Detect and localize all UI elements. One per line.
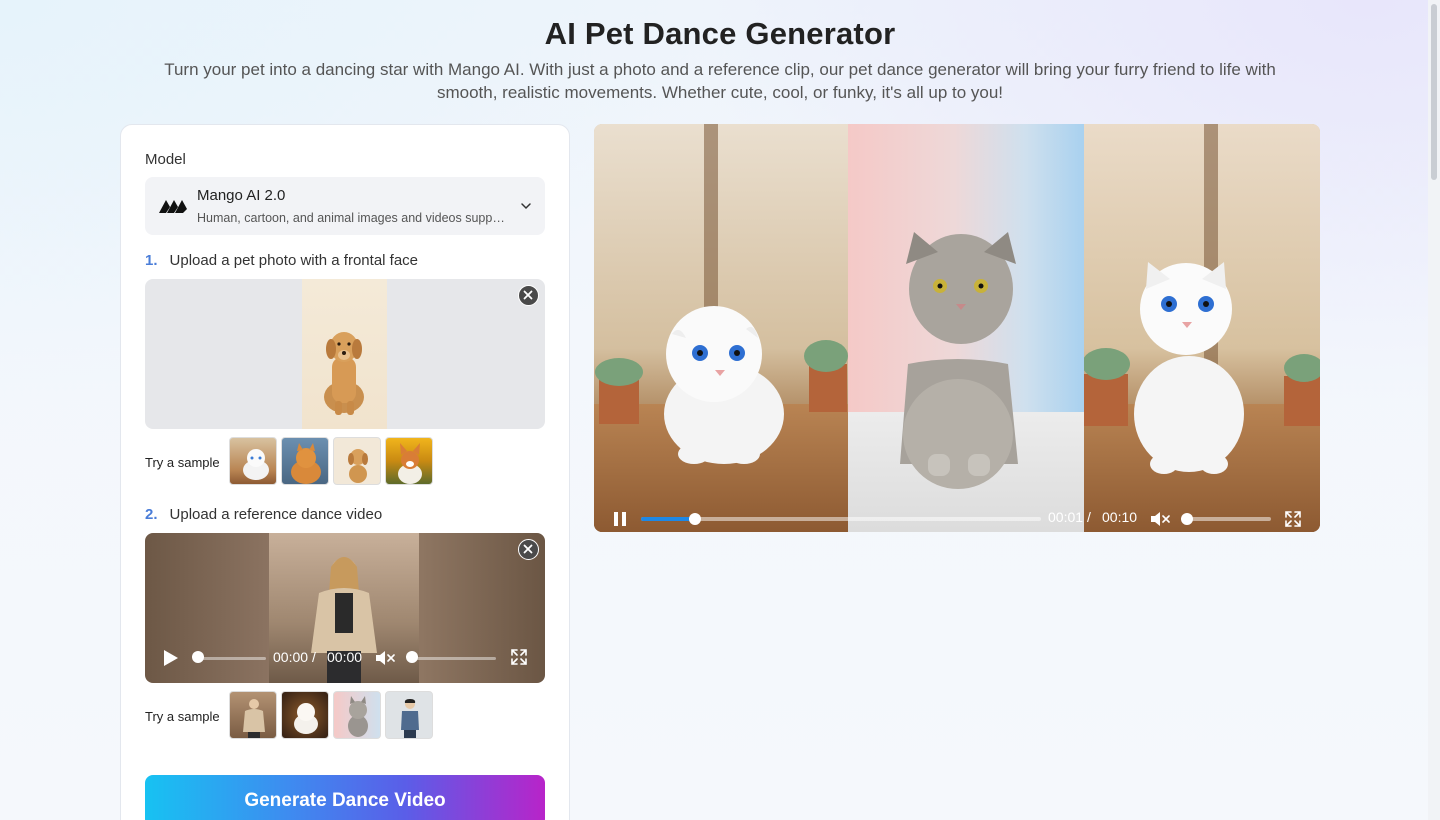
close-icon: [523, 544, 533, 554]
result-video-controls: 00:01 / 00:10: [594, 506, 1320, 532]
pause-icon[interactable]: [613, 511, 627, 527]
sample-woman-jacket[interactable]: [229, 691, 277, 739]
step-1-label: Upload a pet photo with a frontal face: [169, 252, 419, 269]
result-volume-slider[interactable]: [1187, 517, 1271, 521]
model-label: Model: [145, 151, 186, 168]
result-time-separator: /: [1087, 509, 1091, 525]
result-volume-knob[interactable]: [1181, 513, 1193, 525]
photo-try-sample-label: Try a sample: [145, 455, 220, 470]
chevron-down-icon[interactable]: [519, 199, 533, 213]
reference-current-time: 00:00: [273, 649, 309, 665]
sample-tabby-cat[interactable]: [333, 691, 381, 739]
reference-time-separator: /: [312, 649, 316, 665]
step-2-number: 2.: [145, 506, 158, 523]
fullscreen-icon[interactable]: [1285, 511, 1301, 527]
model-select[interactable]: Mango AI 2.0 Human, cartoon, and animal …: [145, 177, 545, 235]
sample-orange-cat[interactable]: [281, 437, 329, 485]
result-video-player[interactable]: 00:01 / 00:10: [594, 124, 1320, 532]
page-title: AI Pet Dance Generator: [544, 16, 896, 51]
step-1-number: 1.: [145, 252, 158, 269]
result-current-time: 00:01: [1048, 509, 1084, 525]
result-duration: 00:10: [1102, 509, 1138, 525]
reference-video-seekbar[interactable]: [198, 657, 266, 660]
tabby-cat-image: [900, 232, 1018, 489]
pet-photo-upload[interactable]: [145, 279, 545, 429]
close-icon: [523, 290, 533, 300]
page-scrollbar[interactable]: [1428, 0, 1440, 820]
reference-seek-knob[interactable]: [192, 651, 204, 663]
step-1-heading: 1. Upload a pet photo with a frontal face: [145, 252, 418, 269]
generator-panel: Model Mango AI 2.0 Human, cartoon, and a…: [120, 124, 570, 820]
result-video-progress: [641, 517, 695, 521]
preview-pane-middle: [848, 124, 1084, 532]
result-seek-knob[interactable]: [689, 513, 701, 525]
white-kitten-image: [1084, 262, 1320, 474]
sample-man-denim[interactable]: [385, 691, 433, 739]
reference-volume-slider[interactable]: [412, 657, 496, 660]
model-description: Human, cartoon, and animal images and vi…: [197, 211, 507, 225]
generate-dance-video-button[interactable]: Generate Dance Video: [145, 775, 545, 820]
sample-golden-retriever[interactable]: [333, 437, 381, 485]
play-icon[interactable]: [163, 649, 179, 667]
video-try-sample-label: Try a sample: [145, 709, 220, 724]
reference-video-controls: 00:00 / 00:00: [145, 633, 545, 683]
reference-duration: 00:00: [327, 649, 363, 665]
dance-video-upload[interactable]: 00:00 / 00:00: [145, 533, 545, 683]
page-subtitle: Turn your pet into a dancing star with M…: [164, 60, 1276, 102]
remove-video-button[interactable]: [518, 539, 539, 560]
step-2-label: Upload a reference dance video: [169, 506, 383, 523]
reference-volume-knob[interactable]: [406, 651, 418, 663]
preview-pane-left: [594, 124, 848, 532]
remove-photo-button[interactable]: [518, 285, 539, 306]
step-2-heading: 2. Upload a reference dance video: [145, 506, 382, 523]
pet-photo-preview: [302, 279, 387, 429]
result-video-seekbar[interactable]: [641, 517, 1041, 521]
white-kitten-image: [595, 306, 848, 464]
video-sample-row: Try a sample: [145, 691, 545, 739]
fullscreen-icon[interactable]: [511, 649, 527, 665]
mute-icon[interactable]: [1150, 510, 1170, 528]
preview-pane-right: [1084, 124, 1320, 532]
sample-white-dog[interactable]: [281, 691, 329, 739]
mango-logo-icon: [159, 200, 187, 213]
sample-corgi[interactable]: [385, 437, 433, 485]
sample-white-kitten[interactable]: [229, 437, 277, 485]
mute-icon[interactable]: [375, 649, 395, 667]
photo-sample-row: Try a sample: [145, 437, 545, 485]
model-name: Mango AI 2.0: [197, 187, 286, 204]
